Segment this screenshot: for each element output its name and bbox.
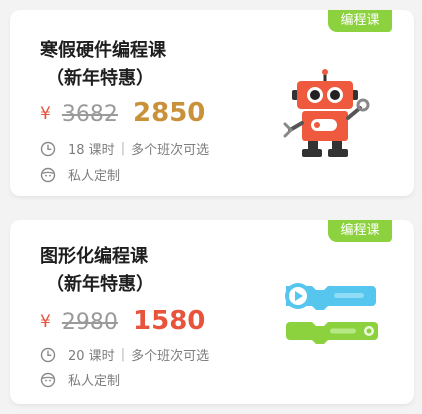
lesson-count: 18 课时 — [68, 143, 115, 158]
custom-label: 私人定制 — [68, 374, 121, 389]
course-subtitle: （新年特惠） — [46, 68, 154, 89]
original-price: 2980 — [61, 310, 118, 335]
course-subtitle: （新年特惠） — [46, 274, 154, 295]
course-tag: 编程课 — [328, 220, 392, 242]
sale-price: 1580 — [133, 306, 206, 336]
custom-label: 私人定制 — [68, 169, 121, 184]
price-row: ¥ 2980 1580 — [40, 306, 205, 336]
info-divider: | — [120, 141, 126, 156]
course-title: 图形化编程课 — [40, 246, 148, 267]
schedule-info: 多个班次可选 — [131, 349, 210, 364]
lessons-info: 20 课时 | 多个班次可选 — [40, 345, 209, 364]
course-card-hardware[interactable]: 编程课 寒假硬件编程课 （新年特惠） ¥ 3682 2850 18 课时 | 多… — [10, 10, 414, 196]
robot-icon — [283, 69, 370, 157]
face-icon — [40, 167, 56, 182]
sale-price: 2850 — [133, 98, 206, 128]
info-divider: | — [120, 347, 126, 362]
lessons-info: 18 课时 | 多个班次可选 — [40, 139, 209, 158]
price-row: ¥ 3682 2850 — [40, 98, 205, 128]
currency-symbol: ¥ — [40, 312, 51, 332]
clock-icon — [40, 141, 56, 156]
course-card-graphical[interactable]: 编程课 图形化编程课 （新年特惠） ¥ 2980 1580 20 课时 | 多个… — [10, 220, 414, 404]
custom-info: 私人定制 — [40, 370, 120, 389]
schedule-info: 多个班次可选 — [131, 143, 210, 158]
course-title: 寒假硬件编程课 — [40, 40, 166, 61]
lesson-count: 20 课时 — [68, 349, 115, 364]
face-icon — [40, 372, 56, 387]
original-price: 3682 — [61, 102, 118, 127]
clock-icon — [40, 347, 56, 362]
custom-info: 私人定制 — [40, 165, 120, 184]
course-tag: 编程课 — [328, 10, 392, 32]
currency-symbol: ¥ — [40, 104, 51, 124]
code-blocks-icon — [285, 283, 378, 344]
